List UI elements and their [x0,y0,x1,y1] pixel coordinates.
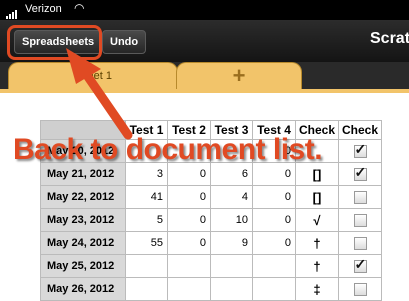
annotation-callout: Back to document list. [13,133,323,166]
